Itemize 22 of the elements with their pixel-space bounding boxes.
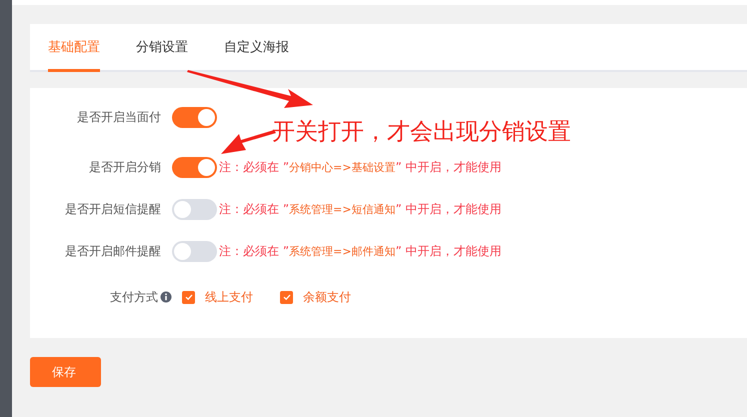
toggle-switch[interactable]	[172, 198, 217, 220]
tab[interactable]: 分销设置	[136, 24, 188, 72]
field-label: 是否开启分销	[88, 158, 162, 176]
toggle-switch[interactable]	[172, 156, 217, 178]
toggle-switch[interactable]	[172, 106, 217, 128]
checkbox-label: 余额支付	[303, 288, 351, 306]
field-label: 支付方式	[109, 288, 159, 306]
info-icon[interactable]	[160, 291, 172, 303]
checkbox-label: 线上支付	[205, 288, 253, 306]
annotation-text: 开关打开，才会出现分销设置	[272, 118, 571, 147]
toggle-switch[interactable]	[172, 240, 217, 262]
checkmark-icon	[184, 292, 194, 302]
checkbox[interactable]	[182, 290, 195, 304]
note-text: 注：必须在 ”分销中心=>基础设置” 中开启，才能使用	[219, 158, 502, 176]
tab[interactable]: 自定义海报	[224, 24, 289, 72]
checkbox[interactable]	[280, 290, 293, 304]
field-label: 是否开启当面付	[76, 108, 162, 126]
field-label: 是否开启邮件提醒	[64, 242, 162, 260]
checkmark-icon	[282, 292, 292, 302]
note-text: 注：必须在 ”系统管理=>邮件通知” 中开启，才能使用	[219, 242, 502, 260]
note-text: 注：必须在 ”系统管理=>短信通知” 中开启，才能使用	[219, 200, 502, 218]
field-label: 是否开启短信提醒	[64, 200, 162, 218]
